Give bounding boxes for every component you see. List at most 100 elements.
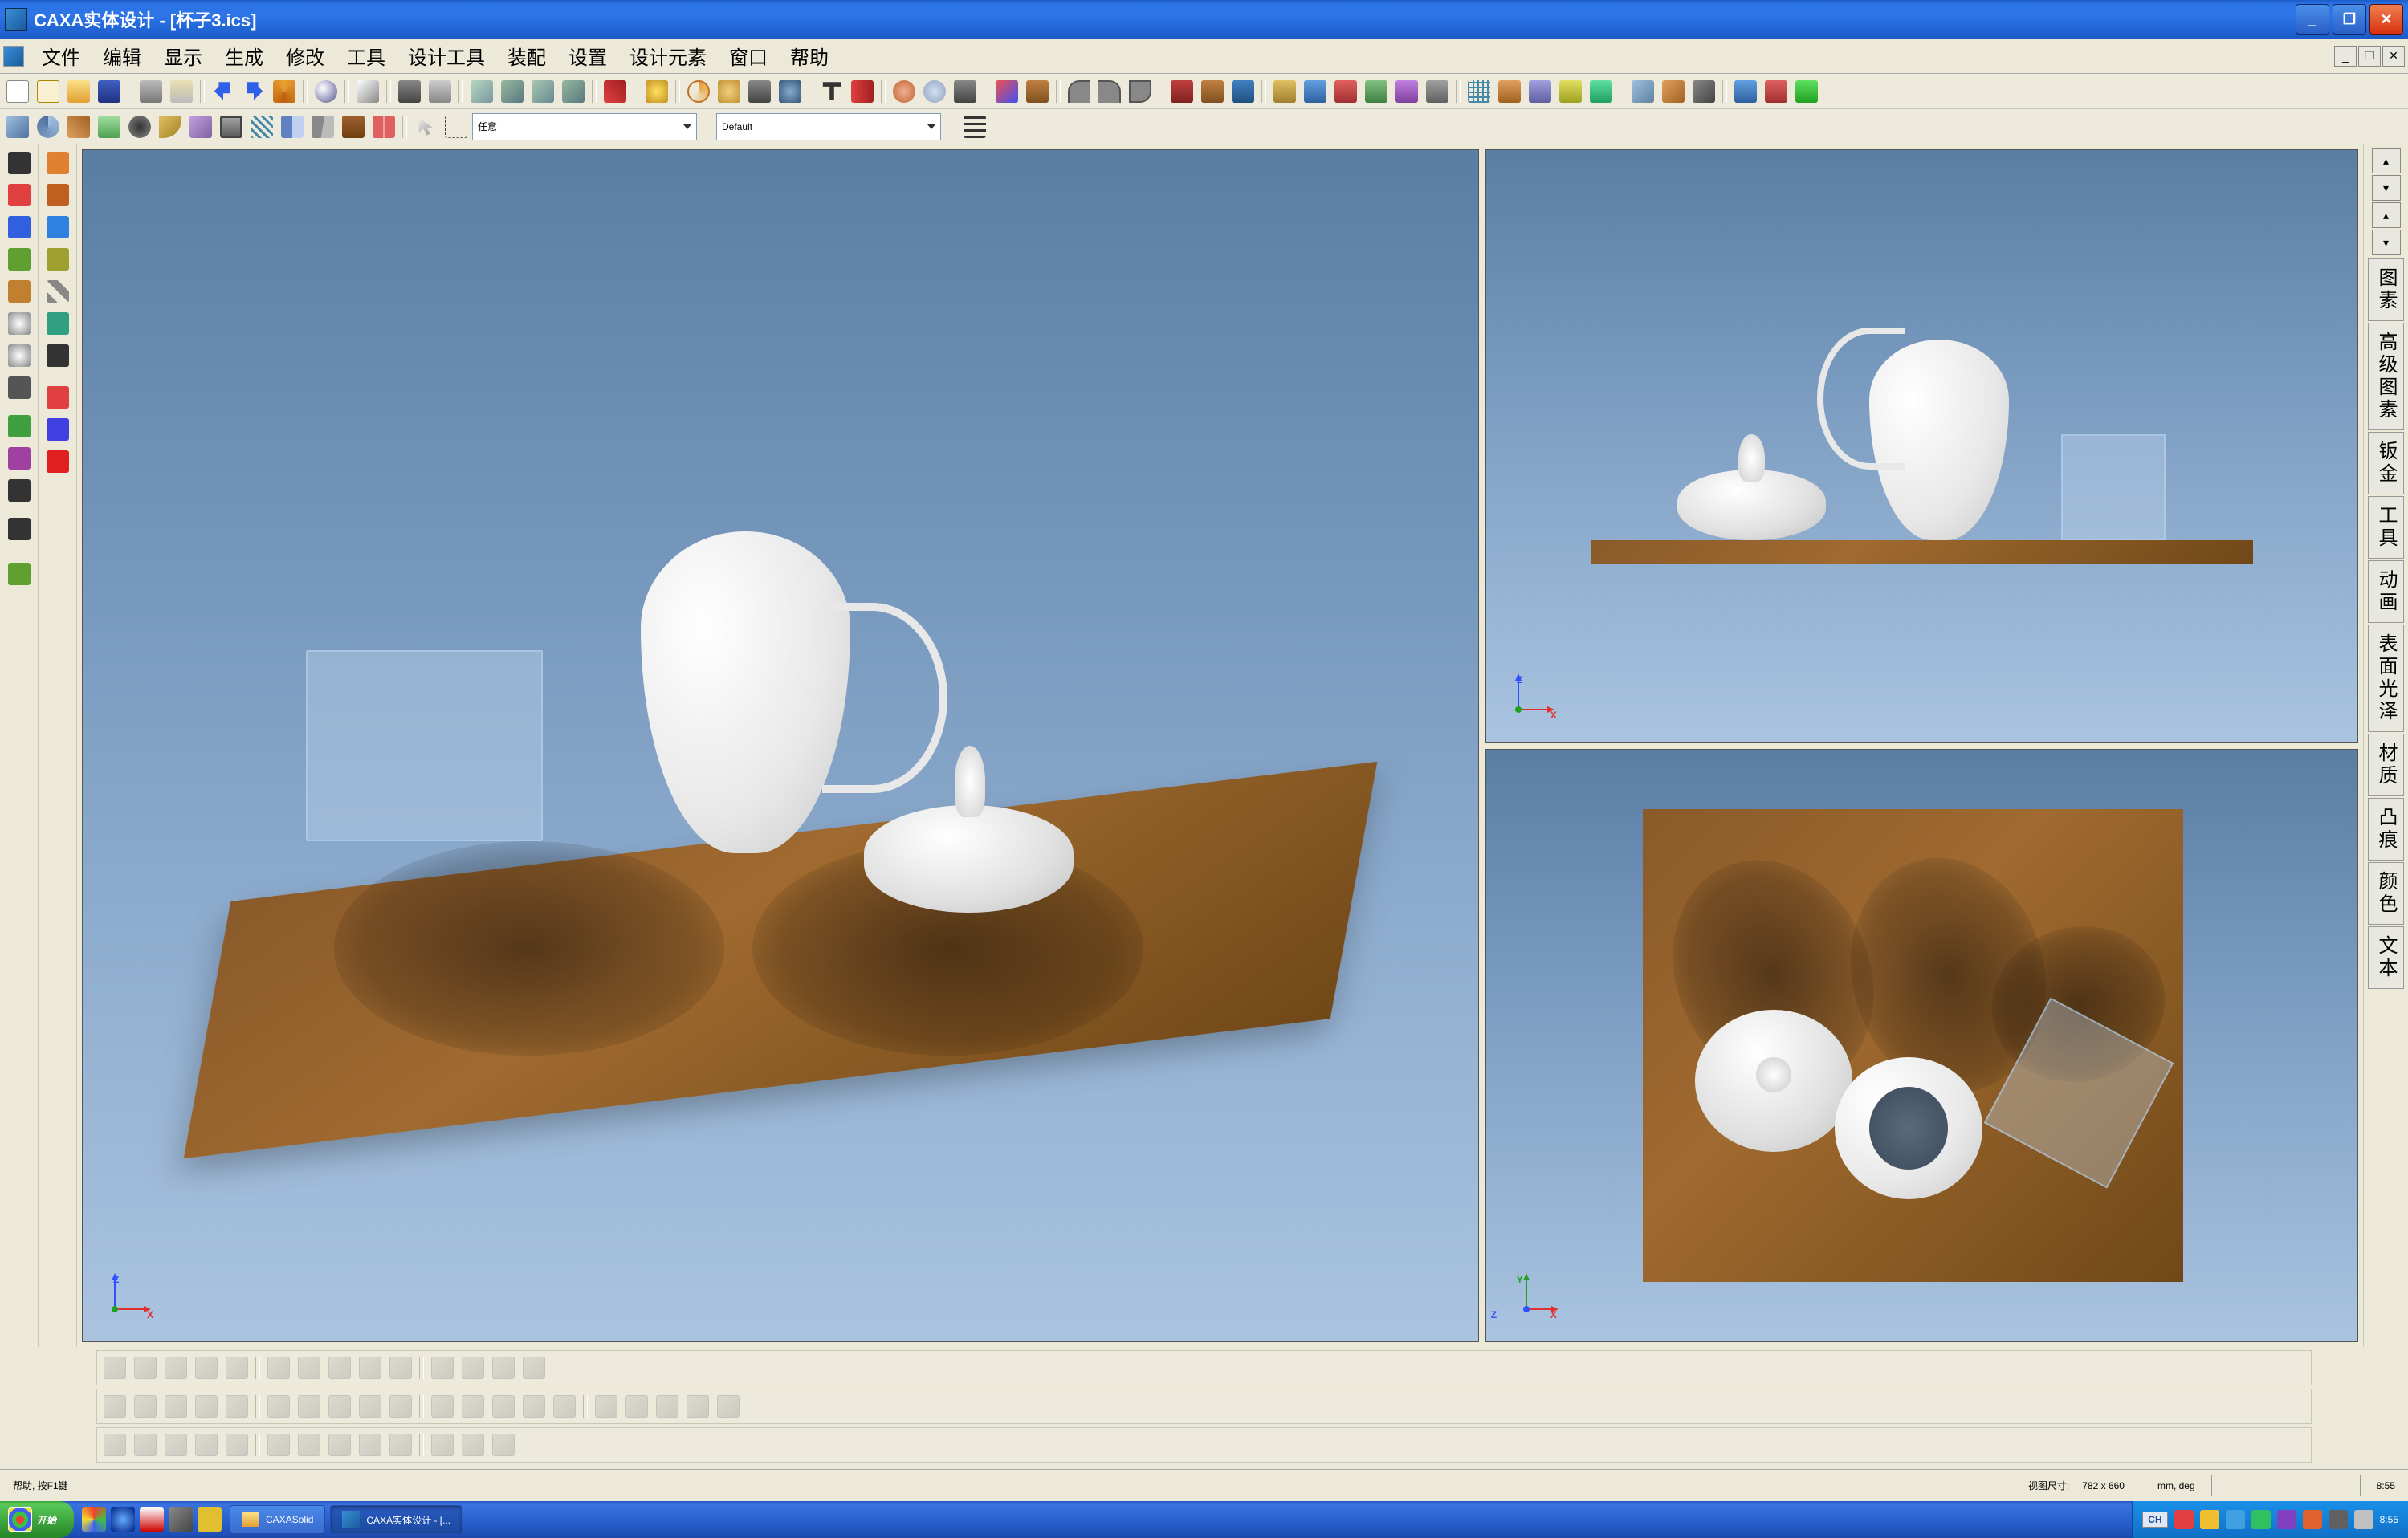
rib-icon[interactable]: [339, 112, 368, 141]
sketch-tool-icon[interactable]: [4, 180, 35, 210]
red-a-icon[interactable]: [43, 446, 73, 477]
orbit-icon[interactable]: [684, 77, 713, 106]
btb2-btn-5[interactable]: [264, 1392, 293, 1421]
shell-icon[interactable]: [217, 112, 246, 141]
panel-up2-icon[interactable]: ▴: [2372, 202, 2401, 228]
menu-view[interactable]: 显示: [153, 37, 214, 75]
btb2-btn-18[interactable]: [683, 1392, 712, 1421]
grid5-icon[interactable]: [1587, 77, 1616, 106]
btb3-btn-1[interactable]: [131, 1430, 160, 1459]
circle-sk-icon[interactable]: [43, 212, 73, 242]
bom1-icon[interactable]: [1270, 77, 1299, 106]
grid1-icon[interactable]: [1465, 77, 1493, 106]
pan-icon[interactable]: [715, 77, 744, 106]
plane3-icon[interactable]: [1792, 77, 1821, 106]
zoom-tool-icon[interactable]: [4, 308, 35, 339]
selection-filter-dropdown[interactable]: 任意: [472, 113, 697, 140]
viewport-front[interactable]: Z X: [1485, 149, 2358, 743]
paint-icon[interactable]: [992, 77, 1021, 106]
right-tab-6[interactable]: 材质: [2368, 734, 2404, 796]
brush-icon[interactable]: [1023, 77, 1052, 106]
minimize-button[interactable]: _: [2296, 4, 2329, 35]
save-icon[interactable]: [95, 77, 124, 106]
right-tab-2[interactable]: 钣金: [2368, 432, 2404, 494]
btb3-btn-0[interactable]: [100, 1430, 129, 1459]
right-tab-3[interactable]: 工具: [2368, 496, 2404, 559]
move-tool-icon[interactable]: [4, 148, 35, 178]
arc3-icon[interactable]: [1126, 77, 1155, 106]
slot-icon[interactable]: [43, 308, 73, 339]
menu-settings[interactable]: 设置: [557, 37, 618, 75]
print-preview-icon[interactable]: [167, 77, 196, 106]
btb2-btn-2[interactable]: [161, 1392, 190, 1421]
find-icon[interactable]: [312, 77, 340, 106]
menu-modify[interactable]: 修改: [275, 37, 336, 75]
fillet-icon[interactable]: [156, 112, 185, 141]
bom6-icon[interactable]: [1423, 77, 1452, 106]
hole-icon[interactable]: [125, 112, 154, 141]
triball2-icon[interactable]: [920, 77, 949, 106]
ql-icon-5[interactable]: [198, 1507, 222, 1532]
btb1-btn-10[interactable]: [428, 1353, 457, 1382]
point-tool-icon[interactable]: [4, 276, 35, 307]
btb3-btn-3[interactable]: [192, 1430, 221, 1459]
chamfer-icon[interactable]: [186, 112, 215, 141]
btb3-btn-6[interactable]: [295, 1430, 324, 1459]
ql-icon-4[interactable]: [169, 1507, 193, 1532]
snapshot-icon[interactable]: [426, 77, 454, 106]
bom4-icon[interactable]: [1362, 77, 1391, 106]
right-tab-7[interactable]: 凸痕: [2368, 798, 2404, 861]
menu-help[interactable]: 帮助: [779, 37, 840, 75]
btb1-btn-2[interactable]: [161, 1353, 190, 1382]
btb3-btn-4[interactable]: [222, 1430, 251, 1459]
menu-generate[interactable]: 生成: [214, 37, 275, 75]
btb1-btn-7[interactable]: [325, 1353, 354, 1382]
btb2-btn-11[interactable]: [458, 1392, 487, 1421]
grid4-icon[interactable]: [1556, 77, 1585, 106]
rotate-tool-icon[interactable]: [4, 443, 35, 474]
spline-tool-icon[interactable]: [4, 244, 35, 275]
btb1-btn-12[interactable]: [489, 1353, 518, 1382]
scale-tool-icon[interactable]: [4, 475, 35, 506]
tray-icon-2[interactable]: [2200, 1510, 2219, 1529]
ql-icon-1[interactable]: [82, 1507, 106, 1532]
btb3-btn-12[interactable]: [489, 1430, 518, 1459]
tray-icon-8[interactable]: [2354, 1510, 2373, 1529]
help-cursor-icon[interactable]: [353, 77, 382, 106]
tray-icon-7[interactable]: [2329, 1510, 2348, 1529]
book1-icon[interactable]: [1167, 77, 1196, 106]
btb2-btn-16[interactable]: [622, 1392, 651, 1421]
arc1-icon[interactable]: [1065, 77, 1094, 106]
bom3-icon[interactable]: [1331, 77, 1360, 106]
viewport-perspective[interactable]: Z X: [82, 149, 1479, 1342]
btb2-btn-4[interactable]: [222, 1392, 251, 1421]
menu-assembly[interactable]: 装配: [496, 37, 557, 75]
cube-icon[interactable]: [1628, 77, 1657, 106]
shade-icon[interactable]: [1689, 77, 1718, 106]
constrain-icon[interactable]: [43, 382, 73, 413]
taskbar-item-folder[interactable]: CAXASolid: [230, 1505, 325, 1534]
walk-icon[interactable]: [745, 77, 774, 106]
right-tab-4[interactable]: 动画: [2368, 560, 2404, 623]
btb1-btn-9[interactable]: [386, 1353, 415, 1382]
tray-icon-6[interactable]: [2303, 1510, 2322, 1529]
btb2-btn-8[interactable]: [356, 1392, 385, 1421]
panel-down2-icon[interactable]: ▾: [2372, 230, 2401, 255]
config-tool-icon[interactable]: [4, 514, 35, 544]
bom5-icon[interactable]: [1392, 77, 1421, 106]
box-icon[interactable]: [467, 77, 496, 106]
revolve-icon[interactable]: [34, 112, 63, 141]
btb1-btn-0[interactable]: [100, 1353, 129, 1382]
print-icon[interactable]: [136, 77, 165, 106]
panel-down-icon[interactable]: ▾: [2372, 175, 2401, 201]
camera-icon[interactable]: [395, 77, 424, 106]
box3-icon[interactable]: [528, 77, 557, 106]
lightbulb-icon[interactable]: [642, 77, 671, 106]
polygon-icon[interactable]: [43, 244, 73, 275]
zoom-fit-tool-icon[interactable]: [4, 340, 35, 371]
tray-icon-3[interactable]: [2226, 1510, 2245, 1529]
box2-icon[interactable]: [498, 77, 527, 106]
ql-icon-2[interactable]: [111, 1507, 135, 1532]
line-tool-icon[interactable]: [4, 212, 35, 242]
btb3-btn-10[interactable]: [428, 1430, 457, 1459]
